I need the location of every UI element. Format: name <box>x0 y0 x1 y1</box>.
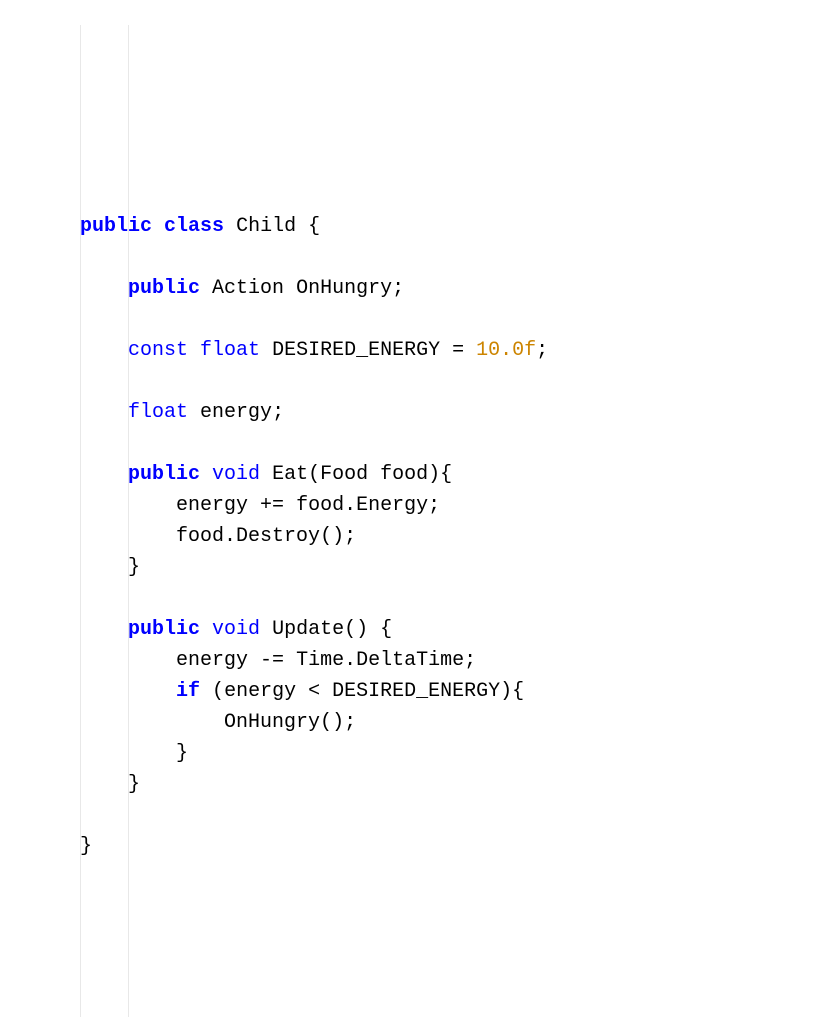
paren-close: ) <box>428 463 440 486</box>
dot: . <box>344 494 356 517</box>
line: food.Destroy(); <box>80 525 356 548</box>
identifier: DeltaTime <box>356 649 464 672</box>
semicolon: ; <box>344 525 356 548</box>
line: public class Child { <box>80 215 320 238</box>
identifier: food <box>176 525 224 548</box>
identifier: OnHungry <box>296 277 392 300</box>
keyword-const: const <box>128 339 188 362</box>
code-block: public class Child { public Action OnHun… <box>80 211 828 862</box>
line: OnHungry(); <box>80 711 356 734</box>
param-name: food <box>380 463 428 486</box>
operator-lt: < <box>308 680 320 703</box>
line: energy -= Time.DeltaTime; <box>80 649 476 672</box>
identifier: food <box>296 494 344 517</box>
keyword-public: public <box>128 463 200 486</box>
paren-open: ( <box>308 463 320 486</box>
method-name: Destroy <box>236 525 320 548</box>
brace-close: } <box>176 742 188 765</box>
dot: . <box>344 649 356 672</box>
dot: . <box>224 525 236 548</box>
identifier: energy <box>200 401 272 424</box>
type-name: Action <box>212 277 284 300</box>
line: if (energy < DESIRED_ENERGY){ <box>80 680 524 703</box>
method-name: Eat <box>272 463 308 486</box>
brace-close: } <box>128 773 140 796</box>
line: } <box>80 835 92 858</box>
keyword-void: void <box>212 463 260 486</box>
line: energy += food.Energy; <box>80 494 440 517</box>
keyword-float: float <box>128 401 188 424</box>
semicolon: ; <box>464 649 476 672</box>
identifier: Time <box>296 649 344 672</box>
brace-open: { <box>440 463 452 486</box>
line: public void Eat(Food food){ <box>80 463 452 486</box>
brace-close: } <box>128 556 140 579</box>
identifier: Energy <box>356 494 428 517</box>
semicolon: ; <box>428 494 440 517</box>
brace-open: { <box>308 215 320 238</box>
paren-close: ) <box>500 680 512 703</box>
identifier: energy <box>224 680 296 703</box>
line: } <box>80 556 140 579</box>
keyword-public: public <box>128 277 200 300</box>
type-name: Food <box>320 463 368 486</box>
line: } <box>80 773 140 796</box>
semicolon: ; <box>536 339 548 362</box>
operator-equals: = <box>452 339 464 362</box>
semicolon: ; <box>344 711 356 734</box>
semicolon: ; <box>272 401 284 424</box>
semicolon: ; <box>392 277 404 300</box>
line: const float DESIRED_ENERGY = 10.0f; <box>80 339 548 362</box>
identifier: OnHungry <box>224 711 320 734</box>
paren-open: ( <box>320 711 332 734</box>
line: float energy; <box>80 401 284 424</box>
paren-open: ( <box>212 680 224 703</box>
paren-close: ) <box>332 711 344 734</box>
identifier: DESIRED_ENERGY <box>272 339 440 362</box>
line: public Action OnHungry; <box>80 277 404 300</box>
number-literal: 10.0f <box>476 339 536 362</box>
brace-close: } <box>80 835 92 858</box>
keyword-class: class <box>164 215 224 238</box>
keyword-float: float <box>200 339 260 362</box>
operator-minuseq: -= <box>260 649 284 672</box>
line: } <box>80 742 188 765</box>
keyword-public: public <box>80 215 152 238</box>
identifier: energy <box>176 494 248 517</box>
brace-open: { <box>512 680 524 703</box>
identifier: energy <box>176 649 248 672</box>
paren-open: ( <box>320 525 332 548</box>
type-name: Child <box>236 215 296 238</box>
keyword-if: if <box>176 680 200 703</box>
paren-close: ) <box>332 525 344 548</box>
operator-pluseq: += <box>260 494 284 517</box>
identifier: DESIRED_ENERGY <box>332 680 500 703</box>
